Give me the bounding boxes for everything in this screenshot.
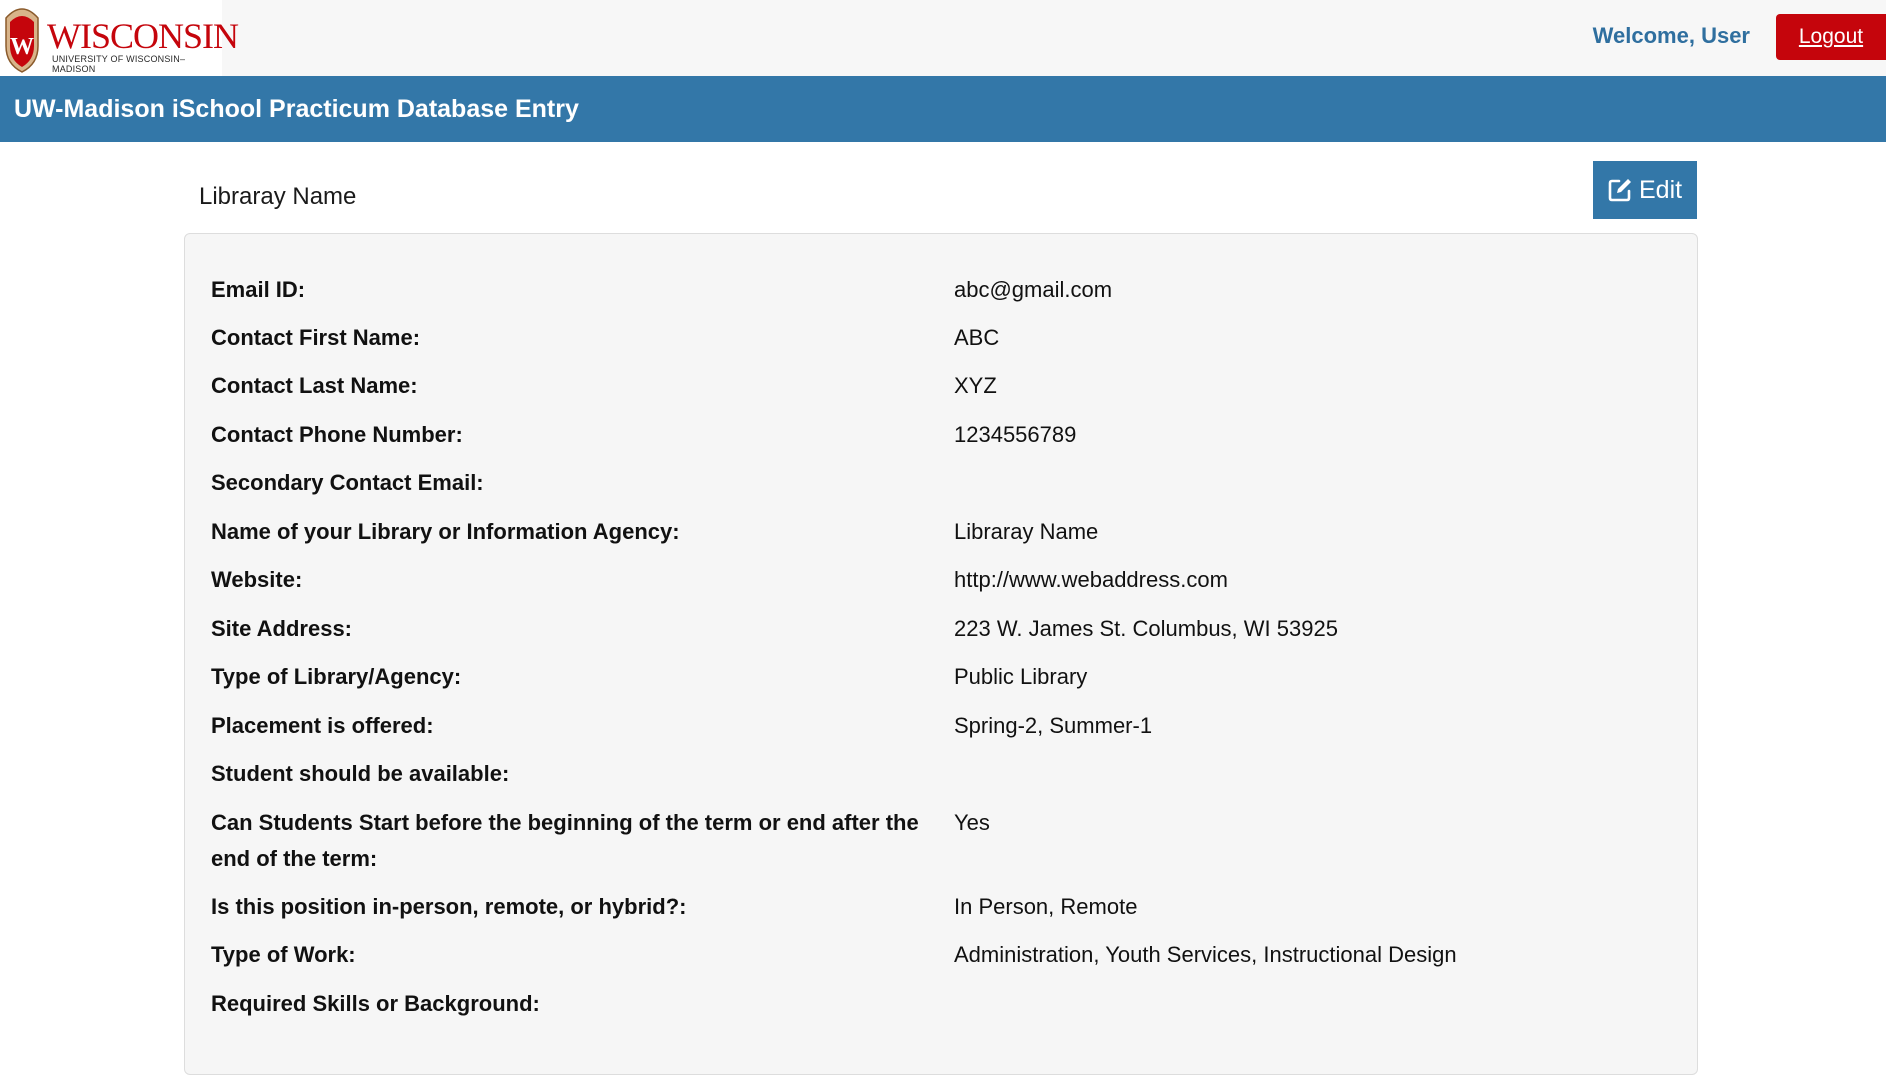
welcome-message: Welcome, User — [1592, 23, 1750, 48]
logo-wordmark: WISCONSIN — [47, 16, 239, 56]
detail-label: Website: — [211, 567, 303, 592]
detail-label: Type of Work: — [211, 942, 356, 967]
edit-button-label: Edit — [1639, 176, 1683, 204]
detail-value: Spring-2, Summer-1 — [954, 713, 1153, 738]
detail-label: Is this position in-person, remote, or h… — [211, 894, 687, 919]
top-bar: W WISCONSIN UNIVERSITY OF WISCONSIN–MADI… — [0, 0, 1886, 76]
detail-value: http://www.webaddress.com — [954, 567, 1228, 592]
detail-label: Student should be available: — [211, 761, 510, 786]
detail-value: Yes — [954, 810, 990, 835]
detail-label: Contact Phone Number: — [211, 422, 463, 447]
detail-label: Site Address: — [211, 616, 353, 641]
detail-value: Public Library — [954, 664, 1088, 689]
detail-label: Contact First Name: — [211, 325, 421, 350]
details-card: Email ID: abc@gmail.com Contact First Na… — [184, 233, 1698, 1075]
detail-label: Secondary Contact Email: — [211, 470, 484, 495]
detail-value: 223 W. James St. Columbus, WI 53925 — [954, 616, 1338, 641]
wisconsin-logo[interactable]: W WISCONSIN UNIVERSITY OF WISCONSIN–MADI… — [0, 0, 239, 76]
logout-button[interactable]: Logout — [1776, 14, 1886, 60]
detail-label: Name of your Library or Information Agen… — [211, 519, 680, 544]
detail-label: Email ID: — [211, 277, 306, 302]
detail-value: XYZ — [954, 373, 997, 398]
detail-value: Libraray Name — [954, 519, 1099, 544]
detail-label: Contact Last Name: — [211, 373, 418, 398]
detail-value: abc@gmail.com — [954, 277, 1113, 302]
svg-text:W: W — [10, 34, 34, 60]
app-banner: UW-Madison iSchool Practicum Database En… — [0, 76, 1886, 142]
edit-icon — [1608, 179, 1631, 202]
detail-value: Administration, Youth Services, Instruct… — [954, 942, 1457, 967]
detail-value: ABC — [954, 325, 1000, 350]
logo-subtitle: UNIVERSITY OF WISCONSIN–MADISON — [52, 54, 186, 74]
section-title: Libraray Name — [199, 183, 357, 210]
detail-label: Type of Library/Agency: — [211, 664, 462, 689]
detail-value: 1234556789 — [954, 422, 1077, 447]
detail-label: Can Students Start before the beginning … — [211, 810, 919, 871]
detail-value: In Person, Remote — [954, 894, 1138, 919]
detail-label: Placement is offered: — [211, 713, 434, 738]
edit-button[interactable]: Edit — [1593, 161, 1697, 219]
uw-crest-icon: W — [5, 8, 39, 73]
page-title: UW-Madison iSchool Practicum Database En… — [14, 95, 579, 123]
detail-label: Required Skills or Background: — [211, 991, 540, 1016]
